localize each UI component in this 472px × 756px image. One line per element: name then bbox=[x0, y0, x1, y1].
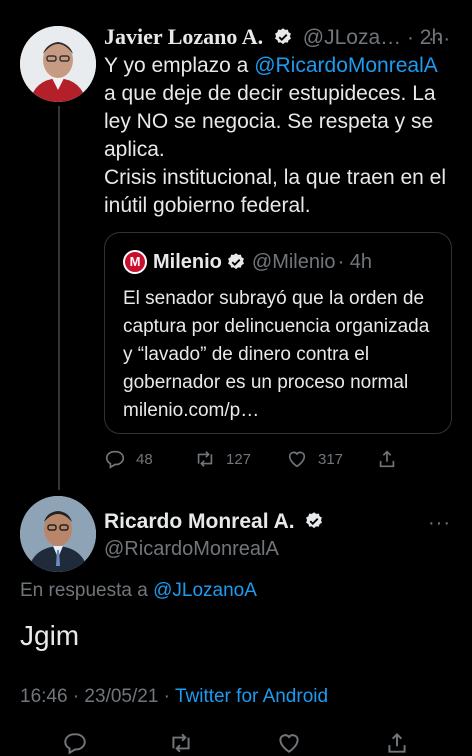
tweet-text-part: Y yo emplazo a bbox=[104, 54, 255, 77]
verified-badge-icon bbox=[306, 512, 323, 529]
quote-author-handle[interactable]: @Milenio bbox=[252, 251, 336, 274]
retweet-icon bbox=[197, 451, 213, 467]
verified-badge-icon bbox=[227, 253, 244, 270]
like-count: 317 bbox=[318, 450, 344, 468]
quote-header: M Milenio @Milenio · 4h bbox=[123, 249, 372, 275]
source-link[interactable]: Twitter for Android bbox=[175, 686, 328, 707]
quote-author-name[interactable]: Milenio bbox=[153, 251, 222, 274]
share-button[interactable] bbox=[376, 448, 408, 470]
reply-icon[interactable] bbox=[62, 730, 88, 756]
avatar-javier-lozano[interactable] bbox=[20, 26, 96, 102]
share-icon bbox=[379, 450, 395, 468]
reply-author-handle[interactable]: @RicardoMonrealA bbox=[104, 538, 279, 561]
milenio-logo-icon: M bbox=[123, 250, 147, 274]
reply-to-label: En respuesta a bbox=[20, 580, 154, 601]
tweet-timestamp: 16:46 · 23/05/21 · bbox=[20, 686, 175, 707]
more-icon[interactable]: ··· bbox=[428, 512, 451, 535]
tweet-actions: 48 127 317 bbox=[104, 448, 404, 472]
like-icon bbox=[288, 451, 306, 468]
tweet-header: Javier Lozano A. @JLoza… · 2h bbox=[104, 24, 464, 54]
verified-badge-icon bbox=[275, 28, 291, 45]
avatar-photo bbox=[20, 26, 96, 102]
avatar-photo bbox=[20, 496, 96, 572]
retweet-count: 127 bbox=[226, 450, 252, 468]
more-icon[interactable]: ··· bbox=[428, 28, 451, 51]
tweet-metadata: 16:46 · 23/05/21 · Twitter for Android bbox=[20, 686, 328, 708]
reply-icon bbox=[105, 450, 125, 469]
mention-link[interactable]: @RicardoMonrealA bbox=[254, 54, 438, 77]
like-icon[interactable] bbox=[276, 730, 302, 756]
quote-time: · 4h bbox=[337, 250, 373, 273]
reply-tweet-text: Jgim bbox=[20, 620, 80, 651]
share-icon[interactable] bbox=[384, 730, 410, 756]
reply-context: En respuesta a @JLozanoA bbox=[20, 580, 257, 602]
reply-button[interactable]: 48 bbox=[104, 448, 153, 470]
quoted-tweet-card[interactable]: M Milenio @Milenio · 4h El senador subra… bbox=[104, 232, 452, 434]
quote-text: El senador subrayó que la orden de captu… bbox=[123, 288, 430, 421]
retweet-button[interactable]: 127 bbox=[194, 448, 251, 470]
tweet-text: Y yo emplazo a @RicardoMonrealA a que de… bbox=[104, 52, 464, 220]
author-handle[interactable]: @JLoza… bbox=[303, 26, 401, 49]
reply-actions-partial bbox=[0, 730, 472, 755]
avatar-ricardo-monreal[interactable] bbox=[20, 496, 96, 572]
retweet-icon[interactable] bbox=[168, 730, 194, 756]
reply-author-name[interactable]: Ricardo Monreal A. bbox=[104, 510, 295, 533]
reply-to-handle-link[interactable]: @JLozanoA bbox=[153, 580, 257, 601]
reply-count: 48 bbox=[136, 450, 153, 468]
tweet-text-part: a que deje de decir estupideces. La ley … bbox=[104, 82, 447, 217]
reply-author-name-row: Ricardo Monreal A. bbox=[104, 510, 324, 538]
like-button[interactable]: 317 bbox=[286, 448, 343, 470]
author-name[interactable]: Javier Lozano A. bbox=[104, 24, 263, 49]
thread-connector-line bbox=[58, 106, 60, 490]
